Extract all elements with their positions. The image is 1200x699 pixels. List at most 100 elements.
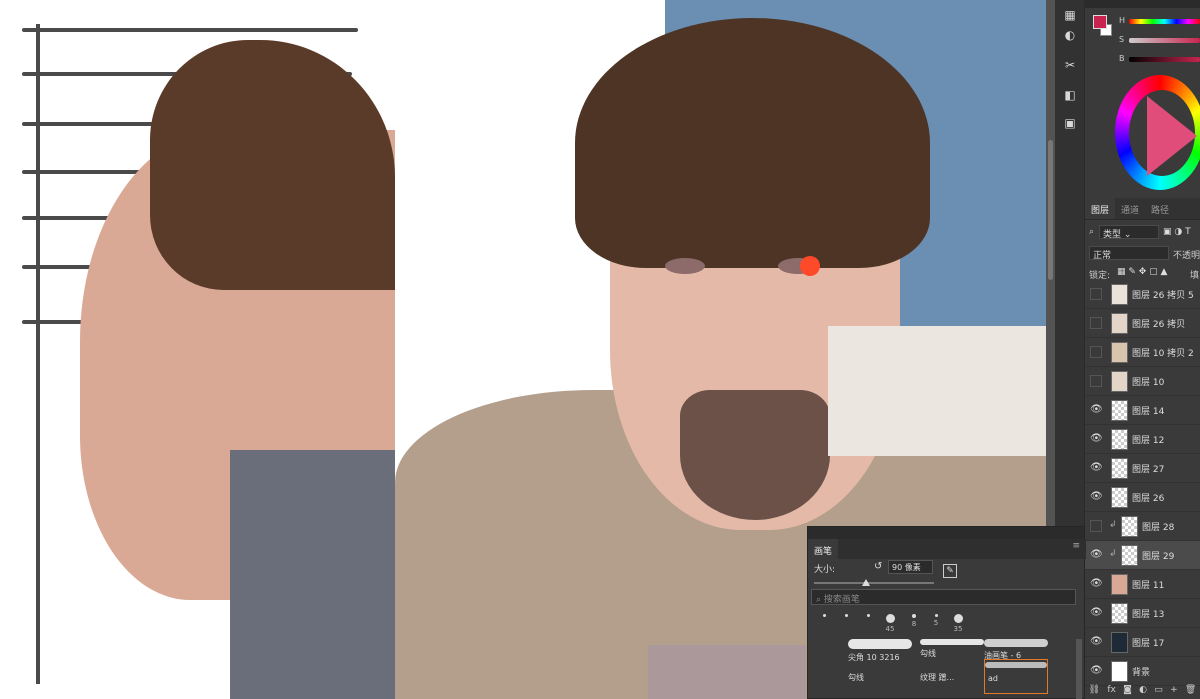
preset-brush[interactable]: 35	[948, 610, 968, 634]
tab-brushes[interactable]: 画笔	[808, 539, 838, 559]
visibility-eye-icon[interactable]: 👁	[1090, 665, 1103, 677]
folder-icon[interactable]: ▭	[1154, 685, 1163, 699]
visibility-eye-icon[interactable]	[1090, 375, 1102, 387]
layer-name[interactable]: 图层 28	[1142, 520, 1174, 533]
layer-thumbnail[interactable]	[1111, 574, 1128, 595]
size-slider[interactable]	[814, 582, 934, 584]
brush-presets-icon[interactable]: ▣	[1061, 114, 1079, 132]
layer-name[interactable]: 图层 10 拷贝 2	[1132, 346, 1194, 359]
link-icon[interactable]: ⛓	[1089, 685, 1100, 699]
preset-brush[interactable]: 5	[926, 610, 946, 634]
layer-name[interactable]: 图层 17	[1132, 636, 1164, 649]
layer-thumbnail[interactable]	[1111, 487, 1128, 508]
layer-name[interactable]: 图层 26	[1132, 491, 1164, 504]
layer-row[interactable]: 图层 26 拷贝	[1085, 309, 1200, 338]
brush-search-input[interactable]: ⌕ 搜索画笔	[811, 589, 1076, 605]
preset-brush[interactable]	[858, 610, 878, 634]
layer-filter-select[interactable]: 类型 ⌄	[1099, 225, 1159, 240]
brush-settings-icon[interactable]: ✂	[1061, 56, 1079, 74]
edit-brush-icon[interactable]: ✎	[943, 564, 957, 578]
layer-name[interactable]: 图层 26 拷贝 5	[1132, 288, 1194, 301]
tab-channels[interactable]: 通道	[1115, 198, 1145, 219]
brushes-panel-header[interactable]	[808, 527, 1084, 539]
brush-item[interactable]: 勾线	[920, 637, 984, 665]
layer-thumbnail[interactable]	[1121, 545, 1138, 566]
adjustments-icon[interactable]: ◐	[1061, 26, 1079, 44]
visibility-eye-icon[interactable]: 👁	[1090, 607, 1103, 619]
layer-row[interactable]: 👁 图层 12	[1085, 425, 1200, 454]
layer-thumbnail[interactable]	[1111, 661, 1128, 682]
canvas-scrollbar-thumb[interactable]	[1048, 140, 1053, 280]
layer-row[interactable]: 👁 图层 26	[1085, 483, 1200, 512]
brush-item[interactable]: 尖角 10 3216	[848, 637, 912, 665]
visibility-eye-icon[interactable]: 👁	[1090, 404, 1103, 416]
layer-name[interactable]: 图层 27	[1132, 462, 1164, 475]
layer-thumbnail[interactable]	[1111, 603, 1128, 624]
blend-mode-select[interactable]: 正常	[1089, 246, 1169, 261]
layer-name[interactable]: 图层 29	[1142, 549, 1174, 562]
visibility-eye-icon[interactable]: 👁	[1090, 462, 1103, 474]
layer-row[interactable]: ↲ 图层 28	[1085, 512, 1200, 541]
layer-thumbnail[interactable]	[1111, 371, 1128, 392]
layer-row[interactable]: 图层 26 拷贝 5	[1085, 280, 1200, 309]
preset-brush[interactable]	[814, 610, 834, 634]
brush-item[interactable]: 纹理 蹭...	[920, 669, 984, 697]
visibility-eye-icon[interactable]	[1090, 346, 1102, 358]
layer-thumbnail[interactable]	[1111, 429, 1128, 450]
brightness-slider[interactable]	[1129, 57, 1200, 62]
visibility-eye-icon[interactable]: 👁	[1090, 549, 1103, 561]
layer-row[interactable]: 👁 图层 13	[1085, 599, 1200, 628]
lock-icons[interactable]: ▦ ✎ ✥ ▢ ▲	[1117, 267, 1167, 277]
layer-name[interactable]: 图层 26 拷贝	[1132, 317, 1185, 330]
visibility-eye-icon[interactable]	[1090, 317, 1102, 329]
layer-row[interactable]: 👁 图层 11	[1085, 570, 1200, 599]
panel-menu-icon[interactable]: ≡	[1072, 541, 1080, 551]
brushes-scrollbar[interactable]	[1076, 639, 1082, 699]
visibility-eye-icon[interactable]	[1090, 288, 1102, 300]
layer-name[interactable]: 图层 13	[1132, 607, 1164, 620]
new-layer-icon[interactable]: +	[1170, 685, 1178, 699]
preset-brush[interactable]: 8	[904, 610, 924, 634]
layer-thumbnail[interactable]	[1111, 632, 1128, 653]
hue-slider[interactable]	[1129, 19, 1200, 24]
layer-thumbnail[interactable]	[1111, 284, 1128, 305]
tab-layers[interactable]: 图层	[1085, 198, 1116, 219]
color-panel-tabs[interactable]	[1085, 0, 1200, 8]
size-slider-knob[interactable]	[862, 579, 870, 586]
layer-row[interactable]: 👁 图层 27	[1085, 454, 1200, 483]
visibility-eye-icon[interactable]: 👁	[1090, 578, 1103, 590]
layer-thumbnail[interactable]	[1111, 342, 1128, 363]
preset-brush[interactable]	[836, 610, 856, 634]
trash-icon[interactable]: 🗑	[1185, 685, 1196, 699]
layer-name[interactable]: 背景	[1132, 665, 1150, 678]
mask-icon[interactable]: ◙	[1123, 685, 1132, 699]
layer-row[interactable]: 👁 图层 14	[1085, 396, 1200, 425]
layer-row[interactable]: 图层 10	[1085, 367, 1200, 396]
clone-source-icon[interactable]: ◧	[1061, 86, 1079, 104]
preset-brush[interactable]: 45	[880, 610, 900, 634]
reset-size-icon[interactable]: ↺	[874, 561, 882, 572]
layer-row[interactable]: 👁 ↲ 图层 29	[1085, 541, 1200, 570]
layer-thumbnail[interactable]	[1111, 458, 1128, 479]
layer-name[interactable]: 图层 12	[1132, 433, 1164, 446]
brush-item[interactable]: 勾线	[848, 669, 912, 697]
tab-paths[interactable]: 路径	[1145, 198, 1175, 219]
visibility-eye-icon[interactable]: 👁	[1090, 491, 1103, 503]
color-triangle[interactable]	[1147, 96, 1197, 176]
visibility-eye-icon[interactable]	[1090, 520, 1102, 532]
layer-row[interactable]: 👁 背景	[1085, 657, 1200, 686]
saturation-slider[interactable]	[1129, 38, 1200, 43]
layer-name[interactable]: 图层 11	[1132, 578, 1164, 591]
layer-thumbnail[interactable]	[1111, 313, 1128, 334]
layer-thumbnail[interactable]	[1121, 516, 1138, 537]
adjustment-icon[interactable]: ◐	[1139, 685, 1147, 699]
layer-row[interactable]: 👁 图层 17	[1085, 628, 1200, 657]
fx-icon[interactable]: fx	[1107, 685, 1116, 699]
layer-row[interactable]: 图层 10 拷贝 2	[1085, 338, 1200, 367]
brush-item-selected[interactable]: ad	[984, 659, 1048, 694]
foreground-color-swatch[interactable]	[1093, 15, 1107, 29]
layer-name[interactable]: 图层 14	[1132, 404, 1164, 417]
color-panel-icon[interactable]: ▦	[1061, 6, 1079, 24]
layer-name[interactable]: 图层 10	[1132, 375, 1164, 388]
layer-thumbnail[interactable]	[1111, 400, 1128, 421]
